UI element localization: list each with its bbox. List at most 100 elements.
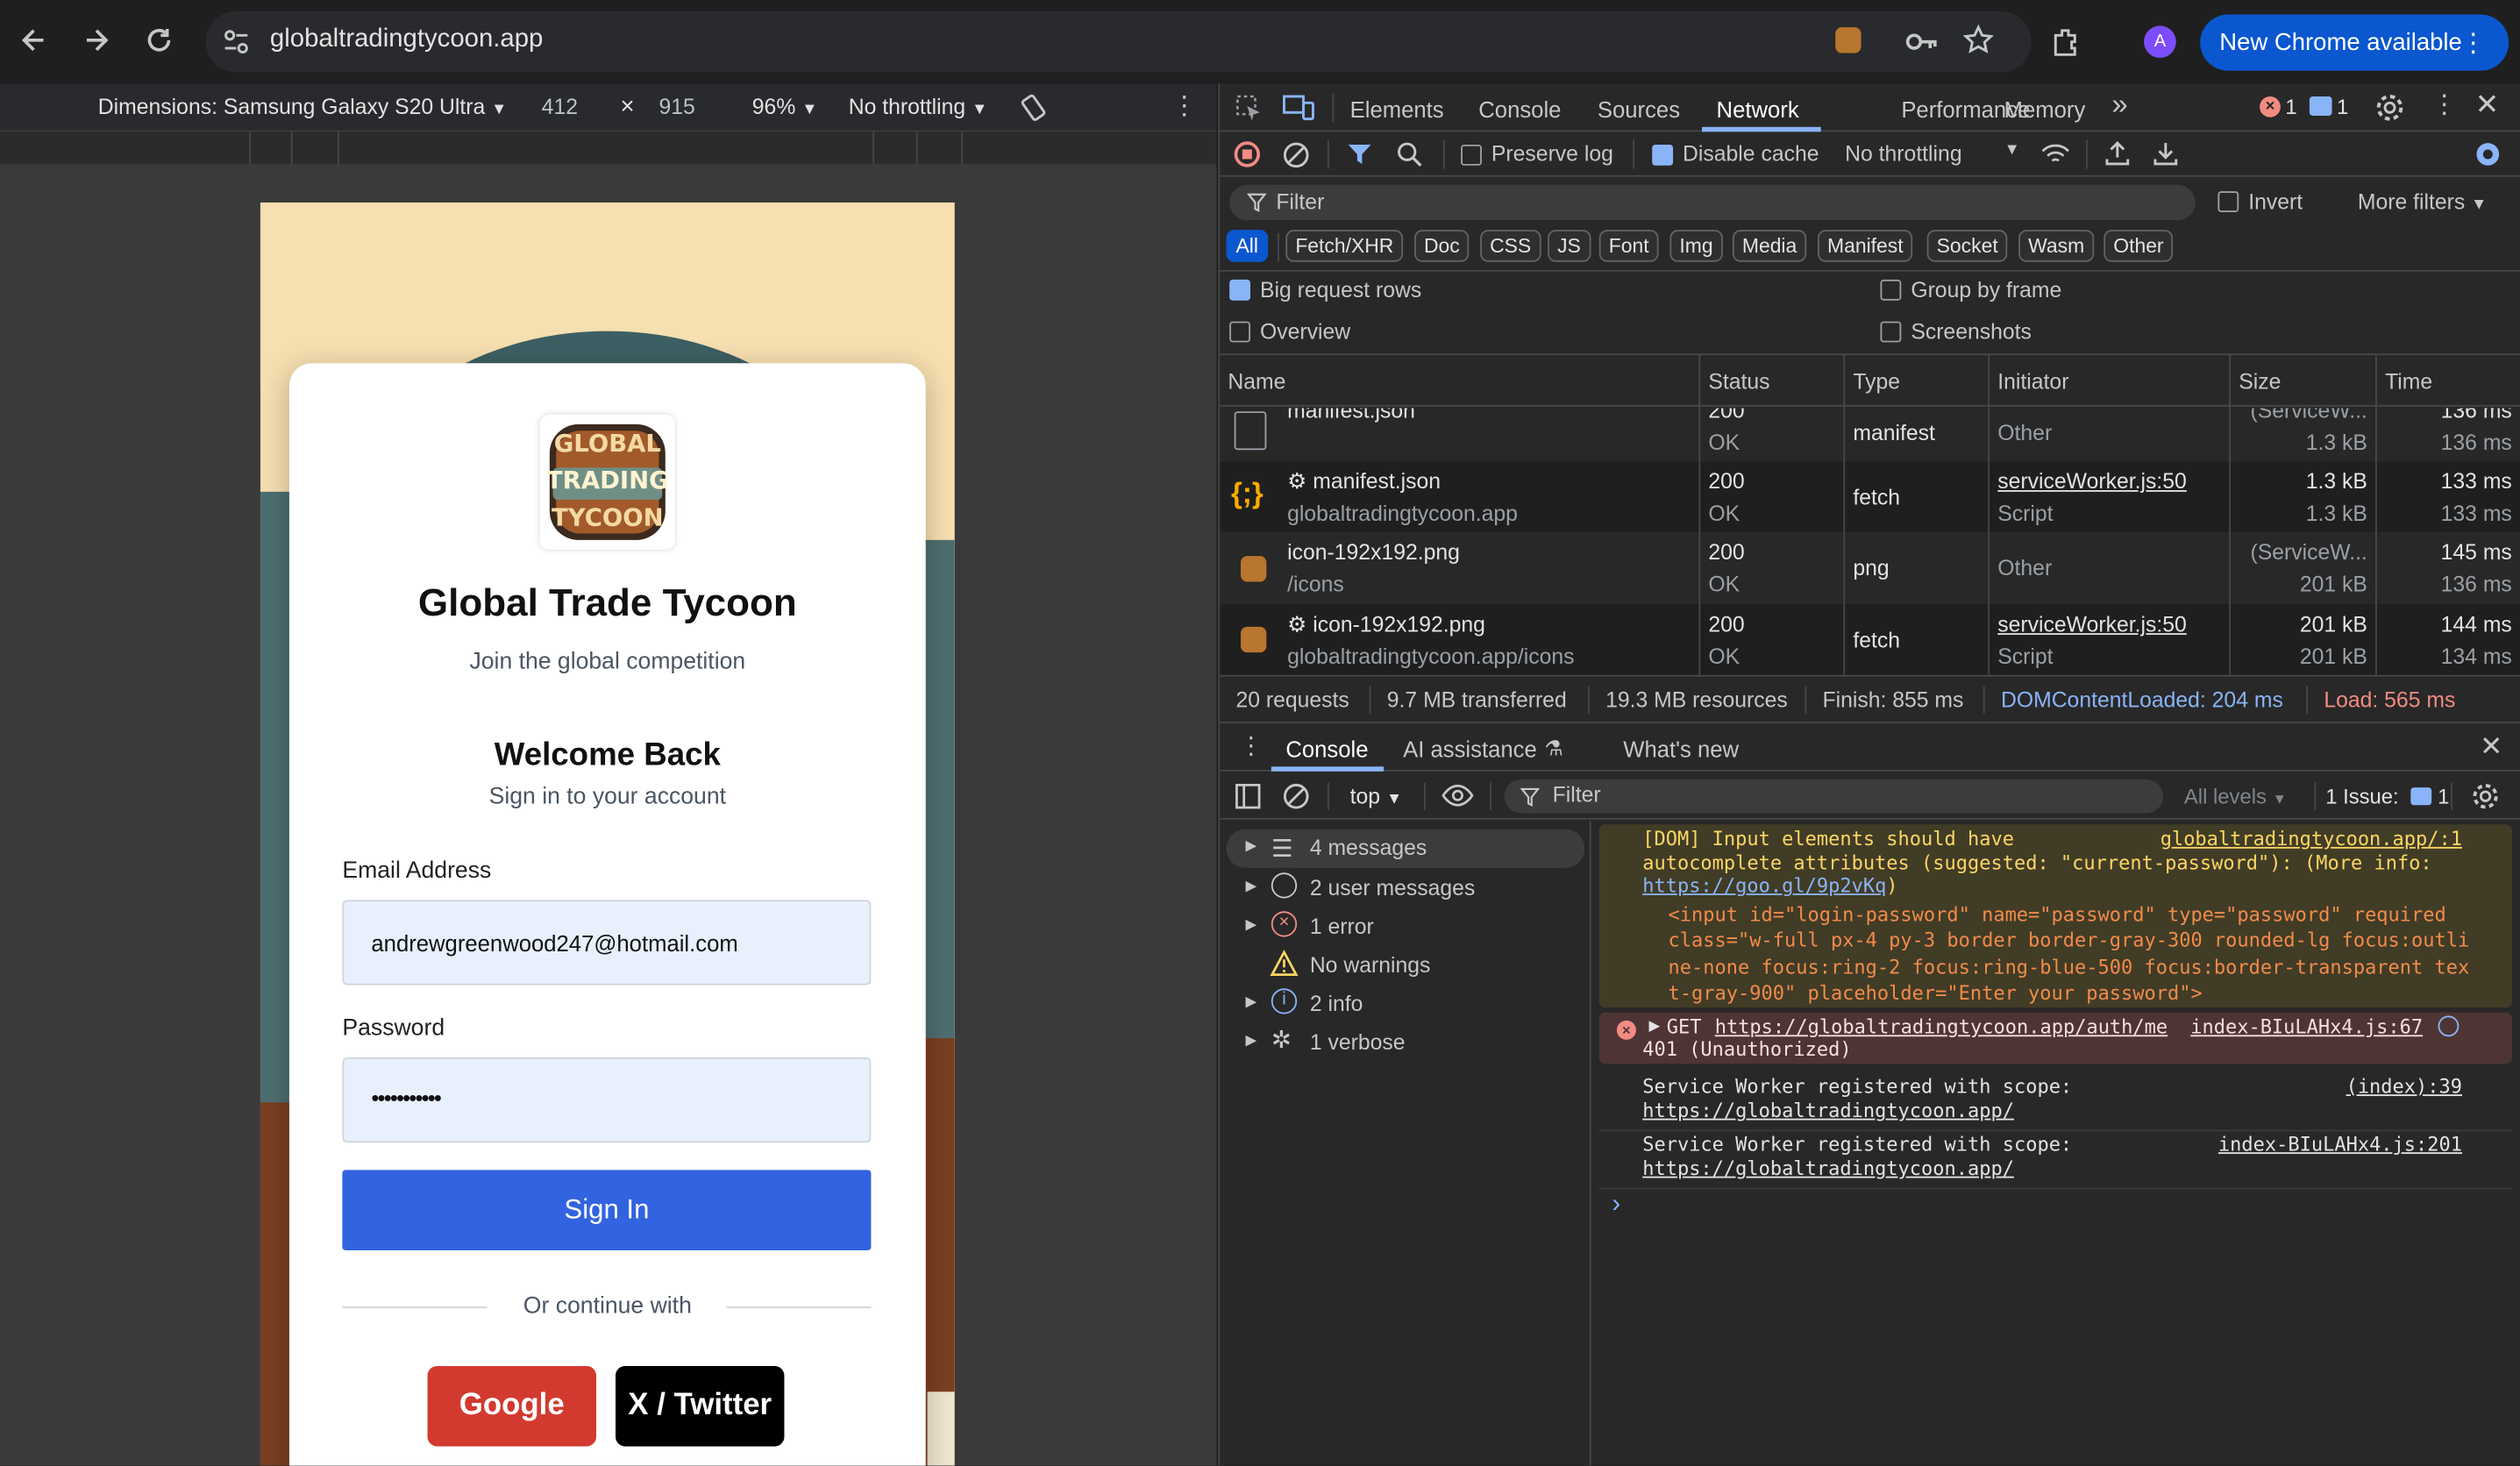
column-name[interactable]: Name (1228, 370, 1285, 394)
height-input[interactable]: 915 (658, 95, 694, 118)
signin-button[interactable]: Sign In (342, 1170, 872, 1250)
preserve-log-checkbox[interactable] (1461, 144, 1482, 166)
type-filter-fetch-xhr[interactable]: Fetch/XHR (1285, 230, 1404, 262)
more-filters-button[interactable]: More filters ▼ (2358, 189, 2487, 213)
drawer-menu-icon[interactable]: ⋮ (1239, 731, 1263, 760)
overview-checkbox[interactable] (1229, 321, 1250, 343)
bookmark-star-icon[interactable] (1962, 24, 1995, 56)
tab-console[interactable]: Console (1478, 96, 1561, 122)
kebab-menu-icon[interactable]: ⋮ (2460, 27, 2486, 60)
column-time[interactable]: Time (2385, 370, 2432, 394)
google-button[interactable]: Google (427, 1365, 597, 1447)
expand-arrow-icon[interactable]: ▶ (1649, 1017, 1661, 1035)
new-chrome-button[interactable]: New Chrome available ⋮ (2200, 14, 2509, 71)
live-expression-eye-icon[interactable] (1442, 783, 1474, 808)
device-more-icon[interactable]: ⋮ (1171, 90, 1197, 123)
settings-gear-icon[interactable] (2374, 91, 2406, 124)
log-url-link[interactable]: https://globaltradingtycoon.app/ (1642, 1100, 2014, 1122)
column-initiator[interactable]: Initiator (1997, 370, 2068, 394)
sidebar-item-errors[interactable]: ▶ × 1 error (1227, 907, 1585, 945)
warning-source-link[interactable]: globaltradingtycoon.app/:1 (2161, 828, 2462, 850)
table-row[interactable]: icon-192x192.png /icons 200 OK png Other… (1220, 531, 2520, 605)
forward-icon[interactable] (82, 25, 110, 54)
big-request-rows-checkbox[interactable] (1229, 279, 1250, 301)
error-count[interactable]: 1 (2285, 95, 2296, 118)
tab-sources[interactable]: Sources (1598, 96, 1680, 122)
type-filter-doc[interactable]: Doc (1413, 230, 1470, 262)
network-conditions-icon[interactable] (2039, 139, 2072, 168)
type-filter-wasm[interactable]: Wasm (2018, 230, 2095, 262)
network-settings-icon[interactable] (2472, 139, 2504, 171)
tab-elements[interactable]: Elements (1350, 96, 1444, 122)
twitter-button[interactable]: X / Twitter (616, 1365, 785, 1447)
disable-cache-checkbox[interactable] (1652, 144, 1674, 166)
sidebar-item-verbose[interactable]: ▶ ✲ 1 verbose (1227, 1022, 1585, 1061)
devtools-menu-icon[interactable]: ⋮ (2431, 89, 2457, 121)
width-input[interactable]: 412 (542, 95, 578, 118)
site-info-icon[interactable] (222, 27, 251, 56)
clear-icon[interactable] (1283, 141, 1310, 168)
context-select[interactable]: top ▼ (1350, 784, 1402, 808)
drawer-tab-ai-assistance[interactable]: AI assistance (1403, 736, 1537, 761)
close-drawer-icon[interactable]: ✕ (2480, 731, 2502, 764)
filter-icon[interactable] (1347, 141, 1372, 167)
table-row[interactable]: ⚙ icon-192x192.png globaltradingtycoon.a… (1220, 604, 2520, 675)
back-icon[interactable] (19, 25, 48, 54)
sidebar-toggle-icon[interactable] (1235, 783, 1262, 810)
site-extension-icon[interactable] (1835, 27, 1862, 53)
column-type[interactable]: Type (1853, 370, 1900, 394)
device-throttle-select[interactable]: No throttling ▼ (849, 95, 987, 118)
more-tabs-icon[interactable]: » (2111, 89, 2127, 122)
clear-console-icon[interactable] (1283, 783, 1310, 810)
log-levels-select[interactable]: All levels ▼ (2184, 784, 2287, 808)
console-filter-input[interactable]: Filter (1504, 779, 2164, 814)
column-status[interactable]: Status (1708, 370, 1769, 394)
device-toggle-icon[interactable] (1283, 93, 1315, 122)
request-initiator-link[interactable]: serviceWorker.js:50 (1997, 612, 2186, 636)
inspect-element-icon[interactable] (1235, 93, 1264, 122)
type-filter-manifest[interactable]: Manifest (1818, 230, 1913, 262)
warning-element-snippet[interactable]: <input id="login-password" name="passwor… (1669, 901, 2470, 1006)
table-row[interactable]: manifest.json 200 OK manifest Other (Ser… (1220, 408, 2520, 462)
invert-checkbox[interactable] (2217, 191, 2239, 212)
key-icon[interactable] (1904, 25, 1940, 58)
log-url-link[interactable]: https://globaltradingtycoon.app/ (1642, 1157, 2014, 1180)
chevron-down-icon[interactable]: ▼ (2004, 141, 2020, 159)
request-initiator-link[interactable]: serviceWorker.js:50 (1997, 469, 2186, 493)
reload-icon[interactable] (145, 25, 174, 54)
network-throttle-select[interactable]: No throttling (1845, 141, 1961, 165)
type-filter-js[interactable]: JS (1548, 230, 1591, 262)
password-field[interactable]: ••••••••••• (342, 1057, 872, 1143)
url-text[interactable]: globaltradingtycoon.app (270, 25, 543, 54)
zoom-select[interactable]: 96% ▼ (752, 95, 818, 118)
type-filter-other[interactable]: Other (2104, 230, 2174, 262)
type-filter-media[interactable]: Media (1732, 230, 1807, 262)
drawer-tab-console[interactable]: Console (1285, 736, 1368, 761)
tab-network[interactable]: Network (1717, 96, 1799, 122)
table-row[interactable]: {;} ⚙ manifest.json globaltradingtycoon.… (1220, 461, 2520, 532)
error-source-link[interactable]: index-BIuLAHx4.js:67 (2190, 1015, 2423, 1038)
type-filter-socket[interactable]: Socket (1926, 230, 2008, 262)
device-select[interactable]: Dimensions: Samsung Galaxy S20 Ultra ▼ (98, 95, 508, 118)
type-filter-font[interactable]: Font (1598, 230, 1659, 262)
network-filter-input[interactable]: Filter (1229, 184, 2196, 221)
close-devtools-icon[interactable]: ✕ (2475, 89, 2500, 122)
sidebar-item-info[interactable]: ▶ i 2 info (1227, 984, 1585, 1022)
sidebar-item-messages[interactable]: ▶ ☰ 4 messages (1226, 829, 1585, 868)
group-by-frame-checkbox[interactable] (1880, 279, 1902, 301)
error-url-link[interactable]: https://globaltradingtycoon.app/auth/me (1715, 1015, 2168, 1038)
email-field[interactable]: andrewgreenwood247@hotmail.com (342, 900, 872, 986)
log-source-link[interactable]: (index):39 (2346, 1075, 2462, 1098)
network-panel-link-icon[interactable] (2438, 1015, 2459, 1037)
warning-info-link[interactable]: https://goo.gl/9p2vKq (1642, 874, 1886, 897)
console-prompt[interactable]: › (1612, 1191, 1620, 1220)
column-size[interactable]: Size (2239, 370, 2281, 394)
issues-button[interactable]: 1 Issue: 1 (2325, 784, 2449, 808)
profile-avatar[interactable]: A (2144, 25, 2176, 58)
console-settings-icon[interactable] (2470, 781, 2501, 812)
tab-memory[interactable]: Memory (2004, 96, 2086, 122)
issue-count[interactable]: 1 (2337, 95, 2348, 118)
sidebar-item-warnings[interactable]: No warnings (1227, 945, 1585, 984)
import-har-icon[interactable] (2104, 139, 2131, 167)
type-filter-css[interactable]: CSS (1480, 230, 1541, 262)
